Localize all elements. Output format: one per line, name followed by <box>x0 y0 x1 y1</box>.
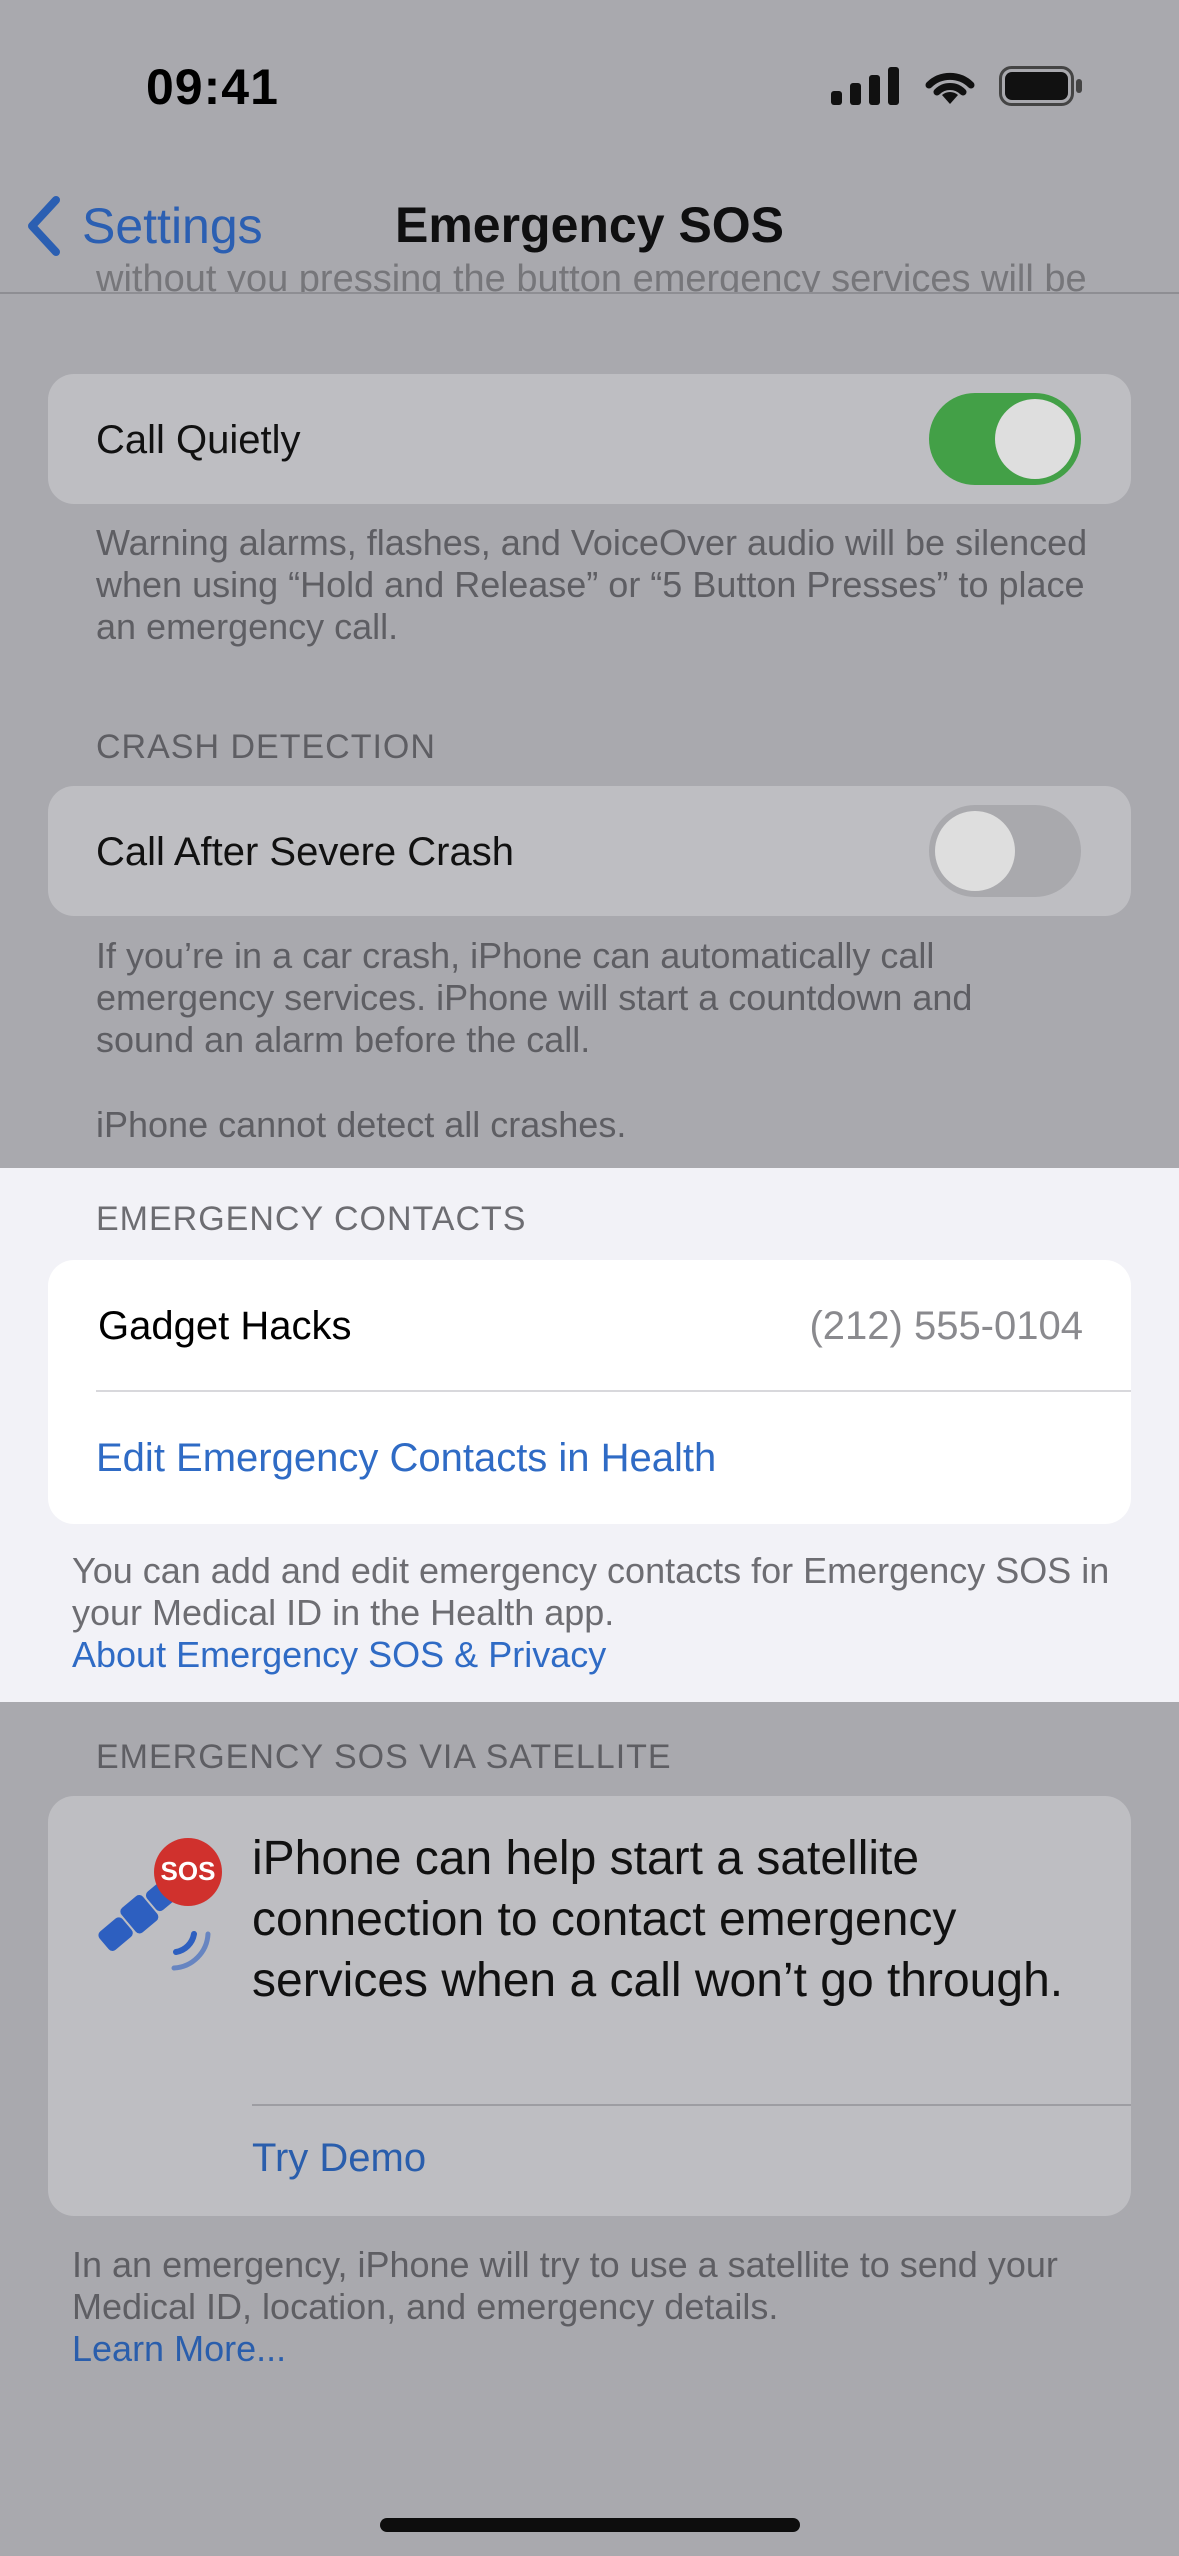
cropped-footnote: without you pressing the button emergenc… <box>96 258 1087 292</box>
contact-phone: (212) 555-0104 <box>809 1304 1083 1348</box>
learn-more-link[interactable]: Learn More... <box>72 2328 1072 2370</box>
call-after-crash-row[interactable]: Call After Severe Crash <box>48 786 1131 916</box>
call-quietly-toggle[interactable] <box>929 393 1081 485</box>
satellite-description: iPhone can help start a satellite connec… <box>252 1832 1064 2007</box>
back-button[interactable]: Settings <box>24 196 263 256</box>
call-after-crash-toggle[interactable] <box>929 805 1081 897</box>
try-demo-link[interactable]: Try Demo <box>252 2136 426 2181</box>
crash-detection-note: iPhone cannot detect all crashes. <box>96 1104 627 1145</box>
sos-badge: SOS <box>160 1856 216 1886</box>
status-time: 09:41 <box>146 59 279 115</box>
chevron-left-icon <box>28 196 60 256</box>
home-indicator[interactable] <box>380 2518 800 2532</box>
emergency-contacts-header: EMERGENCY CONTACTS <box>96 1200 527 1238</box>
row-divider <box>96 1390 1131 1392</box>
status-icons <box>831 66 1083 111</box>
crash-detection-header: CRASH DETECTION <box>96 728 436 766</box>
emergency-contacts-card: Gadget Hacks (212) 555-0104 Edit Emergen… <box>48 1260 1131 1524</box>
call-quietly-footnote: Warning alarms, flashes, and VoiceOver a… <box>96 522 1088 647</box>
battery-icon <box>999 66 1083 111</box>
cellular-signal-icon <box>831 67 901 110</box>
call-quietly-label: Call Quietly <box>96 418 301 462</box>
call-after-crash-label: Call After Severe Crash <box>96 830 514 874</box>
back-button-label: Settings <box>82 198 263 254</box>
toggle-knob <box>995 399 1075 479</box>
wifi-icon <box>923 66 977 111</box>
satellite-footnote: In an emergency, iPhone will try to use … <box>72 2244 1058 2327</box>
emergency-contacts-footnote: You can add and edit emergency contacts … <box>72 1550 1110 1633</box>
satellite-sos-icon: SOS <box>84 1836 224 1976</box>
nav-divider <box>0 292 1179 294</box>
contact-name[interactable]: Gadget Hacks <box>98 1304 351 1349</box>
row-divider <box>252 2104 1131 2106</box>
edit-emergency-contacts-link[interactable]: Edit Emergency Contacts in Health <box>96 1436 716 1481</box>
emergency-contacts-section: EMERGENCY CONTACTS Gadget Hacks (212) 55… <box>0 1168 1179 1702</box>
satellite-header: EMERGENCY SOS VIA SATELLITE <box>96 1738 672 1776</box>
cropped-footnote-text: without you pressing the button emergenc… <box>96 258 1087 292</box>
about-sos-privacy-link[interactable]: About Emergency SOS & Privacy <box>72 1634 1072 1676</box>
crash-detection-footnote: If you’re in a car crash, iPhone can aut… <box>96 935 973 1060</box>
toggle-knob <box>935 811 1015 891</box>
call-quietly-row[interactable]: Call Quietly <box>48 374 1131 504</box>
satellite-card: SOS iPhone can help start a satellite co… <box>48 1796 1131 2216</box>
